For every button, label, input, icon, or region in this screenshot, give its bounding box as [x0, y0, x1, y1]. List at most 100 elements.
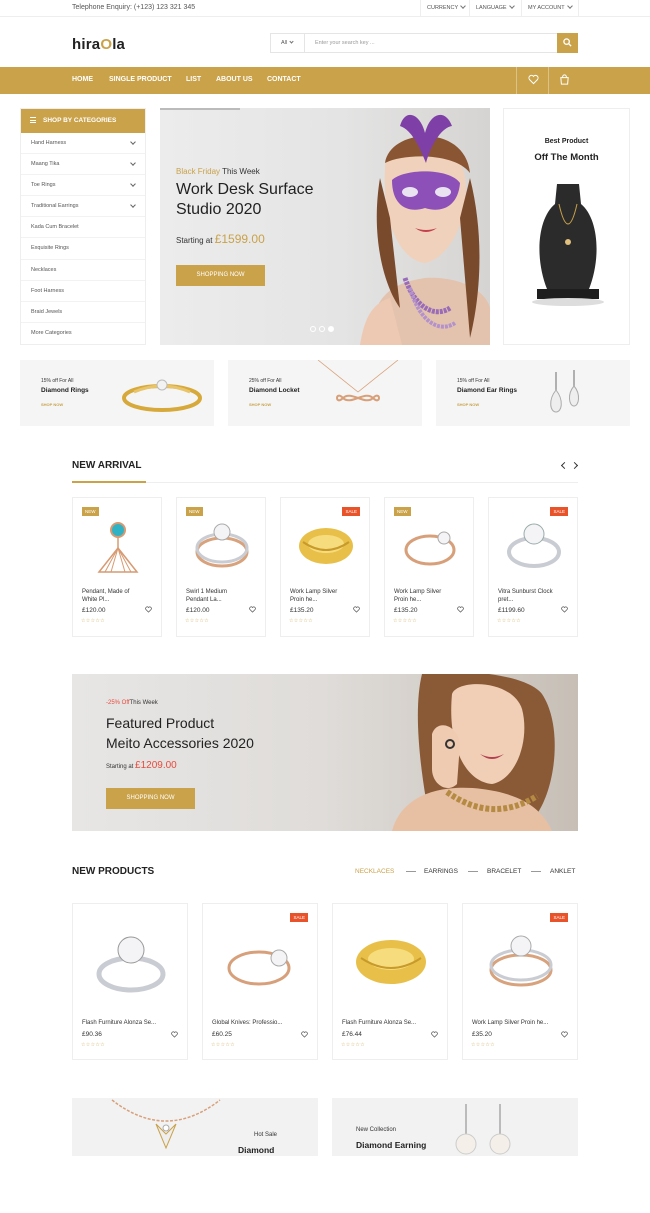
- nav-about-us[interactable]: About Us: [216, 76, 253, 83]
- product-image: [489, 935, 553, 987]
- heart-icon[interactable]: [561, 606, 568, 613]
- top-bar: Telephone Enquiry: (+123) 123 321 345 Cu…: [0, 0, 650, 17]
- heart-icon[interactable]: [249, 606, 256, 613]
- promo-banner[interactable]: 15% off For All Diamond Rings Shop Now: [20, 360, 214, 426]
- tab-anklet[interactable]: Anklet: [550, 868, 575, 875]
- slider-progress: [160, 108, 240, 110]
- section-divider: [72, 482, 578, 483]
- currency-dropdown[interactable]: Currency: [420, 0, 471, 17]
- search-category-select[interactable]: All: [271, 34, 305, 52]
- product-name[interactable]: Vitra Sunburst Clock pret...: [498, 588, 553, 604]
- rating-stars: ☆☆☆☆☆: [497, 618, 521, 624]
- hero-shopping-now-button[interactable]: Shopping Now: [176, 265, 265, 286]
- heart-icon[interactable]: [431, 1031, 438, 1038]
- product-name[interactable]: Flash Furniture Alonza Se...: [342, 1019, 416, 1027]
- featured-model-image: [392, 674, 555, 831]
- category-item[interactable]: Toe Rings: [21, 175, 145, 197]
- tab-bracelet[interactable]: Bracelet: [487, 868, 521, 875]
- product-image: [404, 531, 456, 566]
- category-item[interactable]: Traditional Earrings: [21, 196, 145, 218]
- wishlist-heart-icon[interactable]: [528, 74, 539, 85]
- heart-icon[interactable]: [561, 1031, 568, 1038]
- category-item[interactable]: Necklaces: [21, 260, 145, 281]
- product-card[interactable]: Sale Vitra Sunburst Clock pret... £1199.6…: [488, 497, 578, 637]
- nav-home[interactable]: Home: [72, 76, 93, 83]
- hero-model-image: [360, 114, 490, 345]
- product-name[interactable]: Work Lamp Silver Proin he...: [290, 588, 337, 604]
- promo-shop-now-link[interactable]: Shop Now: [457, 402, 479, 407]
- tab-necklaces[interactable]: Necklaces: [355, 868, 394, 875]
- category-item[interactable]: Braid Jewels: [21, 302, 145, 323]
- product-card[interactable]: Sale Global Knives: Professio... £60.25 …: [202, 903, 318, 1060]
- tab-earrings[interactable]: Earrings: [424, 868, 458, 875]
- product-image: [195, 523, 249, 568]
- rating-stars: ☆☆☆☆☆: [185, 618, 209, 624]
- slider-dot-active[interactable]: [328, 326, 334, 332]
- product-name[interactable]: Work Lamp Silver Proin he...: [394, 588, 441, 604]
- rating-stars: ☆☆☆☆☆: [81, 618, 105, 624]
- menu-icon: [30, 117, 36, 123]
- nav-contact[interactable]: Contact: [267, 76, 301, 83]
- heart-icon[interactable]: [171, 1031, 178, 1038]
- categories-header[interactable]: Shop By Categories: [21, 109, 145, 133]
- category-item[interactable]: Maang Tika: [21, 154, 145, 176]
- product-card[interactable]: Sale Work Lamp Silver Proin he... £135.20…: [280, 497, 370, 637]
- product-image: [97, 522, 139, 573]
- product-price: £135.20: [290, 607, 314, 614]
- new-arrival-title: New Arrival: [72, 460, 142, 471]
- nav-list[interactable]: List: [186, 76, 201, 83]
- promo-banner[interactable]: 15% off For All Diamond Ear Rings Shop N…: [436, 360, 630, 426]
- product-image: [299, 528, 353, 564]
- language-dropdown[interactable]: Language: [469, 0, 520, 17]
- banner-title: Diamond: [238, 1145, 275, 1155]
- product-card[interactable]: Flash Furniture Alonza Se... £76.44 ☆☆☆☆…: [332, 903, 448, 1060]
- product-name[interactable]: Work Lamp Silver Proin he...: [472, 1019, 548, 1027]
- category-item[interactable]: Kada Cum Bracelet: [21, 217, 145, 239]
- sale-badge: Sale: [342, 507, 360, 516]
- banner-subtitle: Hot Sale: [254, 1132, 278, 1138]
- product-card[interactable]: New Work Lamp Silver Proin he... £135.20 …: [384, 497, 474, 637]
- category-item[interactable]: Exquisite Rings: [21, 238, 145, 260]
- product-card[interactable]: New Pendant, Made of White Pl... £120.00 …: [72, 497, 162, 637]
- logo[interactable]: hiraOla: [72, 36, 125, 53]
- new-collection-banner[interactable]: New Collection Diamond Earning: [332, 1098, 578, 1156]
- best-product-banner[interactable]: Best Product Off The Month: [503, 108, 630, 345]
- search-input[interactable]: Enter your search key ...: [315, 40, 375, 46]
- cart-bag-icon[interactable]: [559, 74, 570, 85]
- category-item-more[interactable]: More Categories: [21, 323, 145, 344]
- next-arrow-icon[interactable]: [570, 461, 579, 470]
- featured-shopping-now-button[interactable]: Shopping Now: [106, 788, 195, 809]
- sale-badge: Sale: [550, 913, 568, 922]
- heart-icon[interactable]: [353, 606, 360, 613]
- heart-icon[interactable]: [145, 606, 152, 613]
- category-item[interactable]: Hand Harness: [21, 133, 145, 155]
- heart-icon[interactable]: [457, 606, 464, 613]
- promo-shop-now-link[interactable]: Shop Now: [41, 402, 63, 407]
- heart-icon[interactable]: [301, 1031, 308, 1038]
- rating-stars: ☆☆☆☆☆: [471, 1042, 495, 1048]
- prev-arrow-icon[interactable]: [560, 461, 569, 470]
- slider-dot[interactable]: [319, 326, 325, 332]
- category-item[interactable]: Foot Harness: [21, 281, 145, 302]
- product-name[interactable]: Swirl 1 Medium Pendant La...: [186, 588, 227, 604]
- hot-sale-banner[interactable]: Hot Sale Diamond: [72, 1098, 318, 1156]
- tab-separator: [468, 871, 478, 872]
- product-name[interactable]: Flash Furniture Alonza Se...: [82, 1019, 156, 1027]
- hero-slider: Black Friday This Week Work Desk Surface…: [160, 108, 490, 345]
- slider-dot[interactable]: [310, 326, 316, 332]
- best-product-title: Off The Month: [534, 152, 599, 163]
- promo-shop-now-link[interactable]: Shop Now: [249, 402, 271, 407]
- product-card[interactable]: Sale Work Lamp Silver Proin he... £35.20…: [462, 903, 578, 1060]
- my-account-dropdown[interactable]: My Account: [521, 0, 579, 17]
- search-button[interactable]: [557, 33, 578, 53]
- pearl-earrings-image: [455, 1104, 511, 1155]
- product-name[interactable]: Pendant, Made of White Pl...: [82, 588, 129, 604]
- tab-separator: [406, 871, 416, 872]
- product-image: [507, 523, 561, 568]
- nav-single-product[interactable]: Single Product: [109, 76, 172, 83]
- diamond-necklace-image: [111, 1099, 221, 1150]
- promo-banner[interactable]: 25% off For All Diamond Locket Shop Now: [228, 360, 422, 426]
- product-card[interactable]: Flash Furniture Alonza Se... £90.36 ☆☆☆☆…: [72, 903, 188, 1060]
- product-name[interactable]: Global Knives: Professio...: [212, 1019, 282, 1027]
- product-card[interactable]: New Swirl 1 Medium Pendant La... £120.00 …: [176, 497, 266, 637]
